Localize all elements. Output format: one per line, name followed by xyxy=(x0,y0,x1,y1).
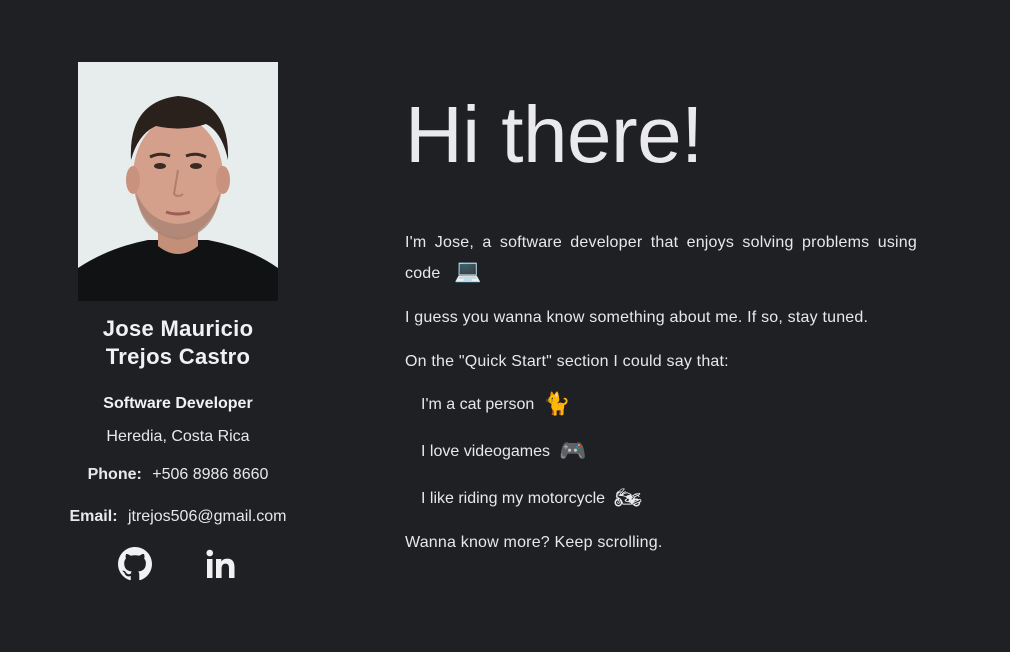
linkedin-link[interactable] xyxy=(203,546,239,582)
github-icon xyxy=(118,547,152,581)
phone-value: +506 8986 8660 xyxy=(152,466,269,483)
intro-paragraph: I'm Jose, a software developer that enjo… xyxy=(405,227,917,289)
social-links xyxy=(40,546,316,582)
page: Jose Mauricio Trejos Castro Software Dev… xyxy=(0,0,1010,652)
email-label: Email: xyxy=(69,508,118,525)
hero-title: Hi there! xyxy=(405,90,703,179)
profile-photo xyxy=(78,62,278,301)
fact-text: I love videogames xyxy=(421,443,550,460)
cat-icon: 🐈 xyxy=(543,391,571,417)
motorcycle-icon: 🏍 xyxy=(614,485,642,511)
phone-label: Phone: xyxy=(87,466,142,483)
profile-name-line1: Jose Mauricio xyxy=(102,316,254,341)
gamepad-icon: 🎮 xyxy=(558,438,587,464)
facts-list: I'm a cat person 🐈 I love videogames 🎮 I… xyxy=(405,389,917,514)
outro-paragraph: Wanna know more? Keep scrolling. xyxy=(405,534,663,551)
profile-name-line2: Trejos Castro xyxy=(105,344,251,369)
list-item: I'm a cat person 🐈 xyxy=(421,389,917,420)
linkedin-icon xyxy=(206,549,235,578)
fact-text: I like riding my motorcycle xyxy=(421,490,606,507)
list-item: I love videogames 🎮 xyxy=(421,436,917,467)
profile-card: Jose Mauricio Trejos Castro Software Dev… xyxy=(40,62,316,582)
email-line: Email: jtrejos506@gmail.com xyxy=(40,508,316,526)
profile-role: Software Developer xyxy=(103,395,253,412)
portrait-image xyxy=(78,62,278,301)
stay-tuned-paragraph: I guess you wanna know something about m… xyxy=(405,309,869,326)
quick-start-paragraph: On the "Quick Start" section I could say… xyxy=(405,353,729,370)
intro-text: I'm Jose, a software developer that enjo… xyxy=(405,234,917,282)
fact-text: I'm a cat person xyxy=(421,396,535,413)
profile-name: Jose Mauricio Trejos Castro xyxy=(78,315,278,371)
phone-line: Phone: +506 8986 8660 xyxy=(40,466,316,484)
laptop-icon: 💻 xyxy=(454,259,482,284)
main-content: Hi there! I'm Jose, a software developer… xyxy=(405,90,917,558)
list-item: I like riding my motorcycle 🏍 xyxy=(421,483,917,514)
github-link[interactable] xyxy=(117,546,153,582)
email-value: jtrejos506@gmail.com xyxy=(127,508,287,525)
profile-location: Heredia, Costa Rica xyxy=(106,428,250,445)
